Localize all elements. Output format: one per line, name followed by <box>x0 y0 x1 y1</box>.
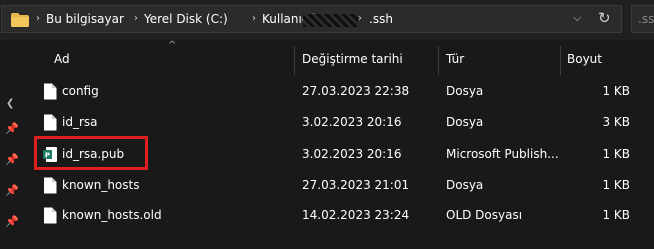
folder-icon <box>11 13 29 27</box>
file-date: 3.02.2023 20:16 <box>302 115 402 129</box>
file-type: Dosya <box>446 84 484 98</box>
file-name: id_rsa <box>62 115 98 129</box>
search-placeholder: .ssh <box>638 12 654 26</box>
column-header: ^ Ad Değiştirme tarihi Tür Boyut <box>22 40 654 75</box>
column-divider[interactable] <box>294 46 295 75</box>
chevron-right-icon[interactable]: › <box>252 13 256 24</box>
column-type[interactable]: Tür <box>446 52 464 66</box>
chevron-down-icon[interactable]: ⌵ <box>573 11 581 25</box>
document-icon <box>44 114 57 131</box>
file-size: 3 KB <box>602 115 630 129</box>
file-type: Microsoft Publish... <box>446 147 559 161</box>
address-bar: › Bu bilgisayar › Yerel Disk (C:) › Kull… <box>0 0 654 40</box>
column-name[interactable]: Ad <box>54 52 70 66</box>
breadcrumb-item-ssh[interactable]: .ssh <box>369 12 393 26</box>
pin-icon[interactable]: 📌 <box>5 153 19 166</box>
pin-icon[interactable]: 📌 <box>5 122 19 135</box>
file-size: 1 KB <box>602 208 630 222</box>
file-name: config <box>62 84 99 98</box>
refresh-icon[interactable]: ↻ <box>598 9 611 27</box>
document-icon <box>44 177 57 194</box>
chevron-left-icon[interactable]: ❮ <box>6 98 14 109</box>
column-size[interactable]: Boyut <box>567 52 602 66</box>
file-size: 1 KB <box>602 178 630 192</box>
redacted-username <box>303 14 358 27</box>
chevron-right-icon[interactable]: › <box>358 13 362 24</box>
file-name: known_hosts.old <box>62 208 162 222</box>
pin-icon[interactable]: 📌 <box>5 184 19 197</box>
column-divider[interactable] <box>560 46 561 75</box>
document-icon <box>44 83 57 100</box>
file-row[interactable]: known_hosts.old 14.02.2023 23:24 OLD Dos… <box>22 200 654 230</box>
chevron-right-icon[interactable]: › <box>36 13 40 24</box>
highlight-box <box>34 136 148 170</box>
file-date: 27.03.2023 22:38 <box>302 84 410 98</box>
column-date[interactable]: Değiştirme tarihi <box>302 52 403 66</box>
breadcrumb[interactable]: › Bu bilgisayar › Yerel Disk (C:) › Kull… <box>1 5 622 33</box>
breadcrumb-item-this-pc[interactable]: Bu bilgisayar <box>46 12 124 26</box>
sort-ascending-icon: ^ <box>168 40 177 51</box>
file-date: 14.02.2023 23:24 <box>302 208 410 222</box>
search-input[interactable]: .ssh <box>631 5 654 33</box>
file-row[interactable]: id_rsa 3.02.2023 20:16 Dosya 3 KB <box>22 107 654 137</box>
file-date: 3.02.2023 20:16 <box>302 147 402 161</box>
document-icon <box>44 207 57 224</box>
file-name: known_hosts <box>62 178 140 192</box>
file-date: 27.03.2023 21:01 <box>302 178 410 192</box>
navigation-pane: ❮ 📌 📌 📌 📌 <box>0 40 22 249</box>
file-type: Dosya <box>446 178 484 192</box>
column-divider[interactable] <box>438 46 439 75</box>
breadcrumb-item-local-disk[interactable]: Yerel Disk (C:) <box>144 12 228 26</box>
file-size: 1 KB <box>602 147 630 161</box>
chevron-right-icon[interactable]: › <box>134 13 138 24</box>
file-type: OLD Dosyası <box>446 208 523 222</box>
file-row[interactable]: known_hosts 27.03.2023 21:01 Dosya 1 KB <box>22 170 654 200</box>
file-row[interactable]: config 27.03.2023 22:38 Dosya 1 KB <box>22 76 654 106</box>
file-size: 1 KB <box>602 84 630 98</box>
file-type: Dosya <box>446 115 484 129</box>
pin-icon[interactable]: 📌 <box>5 215 19 228</box>
